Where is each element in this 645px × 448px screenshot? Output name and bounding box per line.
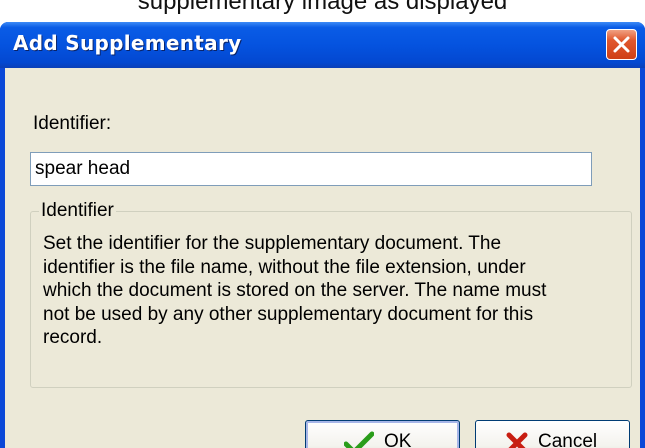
dialog-client-area: Identifier: Identifier Set the identifie… [5,68,640,448]
close-icon [613,36,630,53]
title-bar[interactable]: Add Supplementary [0,22,645,68]
help-line: which the document is stored on the serv… [43,280,547,301]
help-line: identifier is the file name, without the… [43,256,526,278]
identifier-label: Identifier: [33,113,112,134]
help-text: Set the identifier for the supplementary… [43,232,623,350]
close-button[interactable] [606,29,637,60]
window-title: Add Supplementary [13,31,242,55]
ok-button[interactable]: OK [305,420,460,448]
cropped-caption-text: supplementary image as displayed [137,0,508,15]
ok-button-label: OK [384,431,412,448]
cancel-button[interactable]: Cancel [475,420,630,448]
help-line: Set the identifier for the supplementary… [43,233,502,254]
help-line: not be used by any other supplementary d… [43,303,534,325]
cross-icon [506,432,528,448]
group-legend: Identifier [39,200,116,222]
dialog-window: Add Supplementary Identifier: Identifier… [0,22,645,448]
cropped-caption-strip: supplementary image as displayed [0,0,645,22]
cancel-button-label: Cancel [538,431,598,448]
identifier-input[interactable] [30,152,592,186]
help-line: record. [43,327,103,348]
check-icon [344,431,374,448]
